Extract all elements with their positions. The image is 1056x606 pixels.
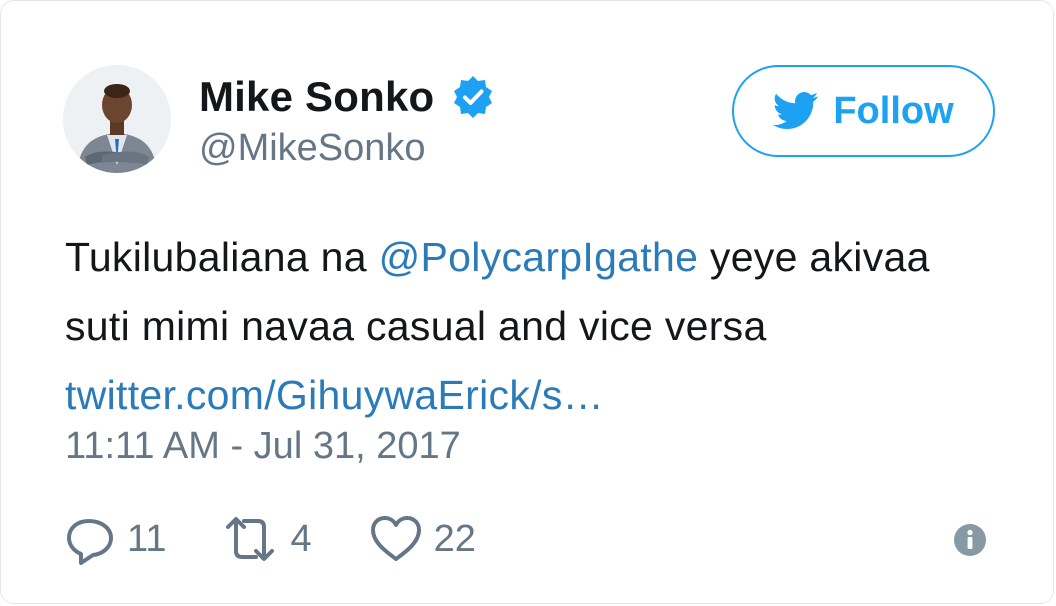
follow-button[interactable]: Follow <box>732 65 995 157</box>
follow-label: Follow <box>833 89 954 132</box>
tweet-card: Mike Sonko @MikeSonko Follow Tukilubalia… <box>0 0 1054 604</box>
avatar[interactable] <box>63 65 171 173</box>
twitter-bird-icon <box>773 92 819 130</box>
info-icon[interactable] <box>953 523 987 557</box>
tweet-url-link[interactable]: twitter.com/GihuywaErick/s… <box>65 372 604 418</box>
author-name-row: Mike Sonko <box>199 71 496 123</box>
tweet-mention-link[interactable]: @PolycarpIgathe <box>379 234 699 280</box>
reply-icon <box>67 519 113 565</box>
retweet-count: 4 <box>290 517 312 560</box>
reply-action[interactable]: 11 <box>65 513 166 565</box>
avatar-image <box>63 65 171 173</box>
heart-icon <box>370 516 421 561</box>
tweet-text-part-1: Tukilubaliana na <box>65 234 379 280</box>
tweet-actions: 11 4 22 <box>65 511 476 567</box>
retweet-icon <box>226 517 275 561</box>
author-handle[interactable]: @MikeSonko <box>199 127 426 170</box>
retweet-action[interactable]: 4 <box>220 513 312 565</box>
like-action[interactable]: 22 <box>368 513 476 565</box>
verified-badge-icon <box>454 76 493 118</box>
tweet-timestamp[interactable]: 11:11 AM - Jul 31, 2017 <box>65 425 461 468</box>
like-count: 22 <box>433 517 476 560</box>
author-name[interactable]: Mike Sonko <box>199 73 434 121</box>
tweet-text: Tukilubaliana na @PolycarpIgathe yeye ak… <box>65 223 965 430</box>
reply-count: 11 <box>127 517 167 560</box>
